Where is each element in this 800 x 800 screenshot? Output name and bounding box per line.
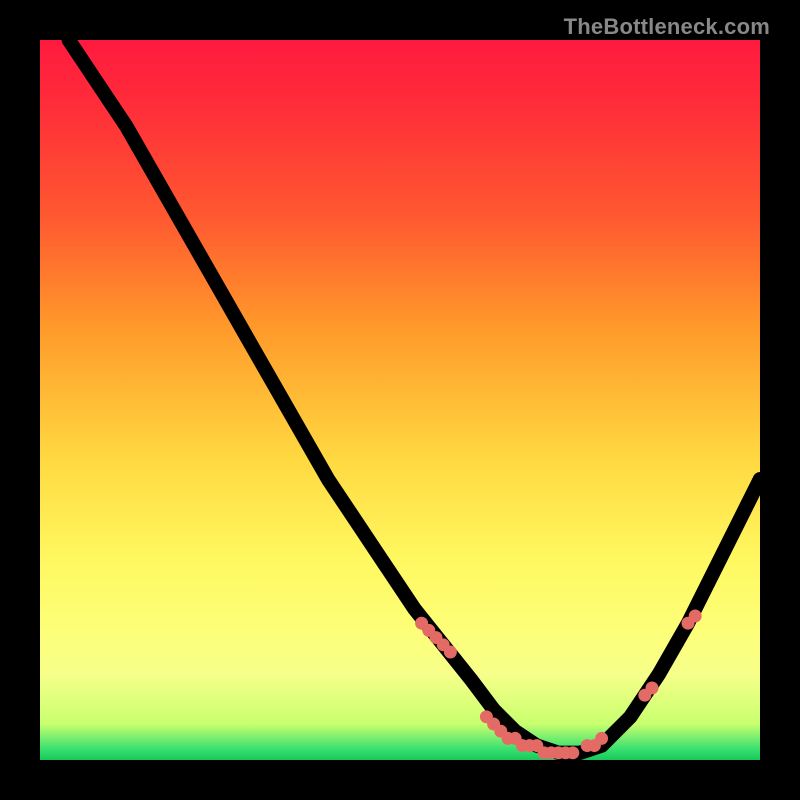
data-point (444, 646, 457, 659)
plot-area (40, 40, 760, 760)
watermark-label: TheBottleneck.com (564, 14, 770, 40)
data-point (595, 732, 608, 745)
chart-container: TheBottleneck.com (0, 0, 800, 800)
data-point (689, 610, 702, 623)
chart-svg (40, 40, 760, 760)
data-point (566, 746, 579, 759)
data-point (646, 682, 659, 695)
bottleneck-curve (69, 40, 760, 753)
